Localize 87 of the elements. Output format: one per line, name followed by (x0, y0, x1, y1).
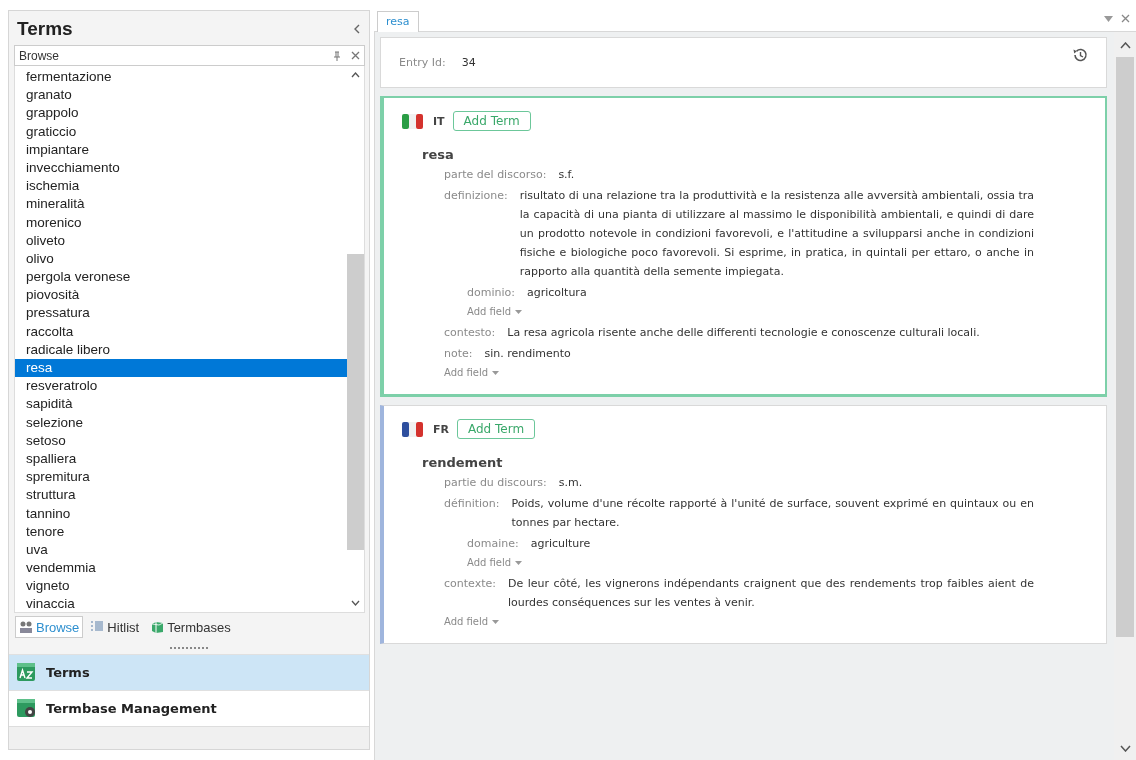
term-item[interactable]: spremitura (15, 468, 347, 487)
term-item[interactable]: fermentazione (15, 68, 347, 87)
panel-tab[interactable]: Browse (15, 616, 84, 638)
term-item[interactable]: piovosità (15, 286, 347, 305)
term-heading: rendement (422, 455, 504, 470)
scroll-down-icon (1119, 745, 1131, 752)
add-field-link[interactable]: Add field (467, 304, 523, 320)
panel-title: Terms (17, 18, 73, 40)
caret-icon (515, 310, 523, 314)
flag-icon (402, 113, 423, 129)
language-code: IT (433, 114, 445, 128)
term-item[interactable]: tenore (15, 522, 347, 541)
document-tab[interactable]: resa (377, 11, 419, 32)
add-field-link[interactable]: Add field (467, 555, 523, 571)
field-label: contesto: (444, 325, 496, 341)
add-field-link[interactable]: Add field (444, 614, 500, 630)
field-value: s.m. (558, 475, 583, 491)
term-item[interactable]: olivo (15, 249, 347, 269)
nav-item[interactable]: Terms (9, 654, 369, 690)
field-label: domaine: (467, 536, 519, 552)
field-value: Poids, volume d'une récolte rapporté à l'unité de surface, souvent exprimé en quintaux ou en tonnes par hectare. (511, 496, 1034, 531)
term-item[interactable]: vigneto (15, 577, 347, 596)
term-item[interactable]: oliveto (15, 231, 347, 250)
field-value: agricoltura (526, 285, 587, 301)
field-label: définition: (444, 496, 500, 512)
term-item[interactable]: mineralità (15, 195, 347, 214)
field-label: definizione: (444, 188, 508, 204)
term-item[interactable]: pressatura (15, 304, 347, 323)
field-value: agriculture (530, 536, 591, 552)
list-icon (90, 620, 105, 634)
term-item[interactable]: sapidità (15, 395, 347, 414)
term-item[interactable]: invecchiamento (15, 158, 347, 178)
term-item[interactable]: setoso (15, 431, 347, 450)
term-item[interactable]: morenico (15, 213, 347, 232)
term-item[interactable]: ischemia (15, 177, 347, 196)
dropdown-icon (1104, 15, 1113, 22)
term-item[interactable]: selezione (15, 413, 347, 432)
field-value: risultato di una relazione tra la produttività e la resistenza alle avversità ambientali, ossia tra la capacità di una pianta di utilizzare al massimo le disponibilità ambientali, e quindi di dare un prodotto notevole in condizioni favorevoli, e l'attitudine a svilupparsi anche in condizioni fisiche e biologiche poco favorevoli. Si esprime, in pratica, in quintali per ettaro, o anche in rapporto alla quantità della semente impiegata. (519, 188, 1034, 280)
caret-icon (515, 561, 523, 565)
term-item[interactable]: resveratrolo (15, 377, 347, 396)
term-item[interactable]: radicale libero (15, 340, 347, 359)
pin-icon (333, 50, 341, 61)
field-value: De leur côté, les vignerons indépendants craignent que des rendements trop faibles aient de lourdes conséquences sur les ventes à venir. (507, 576, 1034, 611)
entry-id: 34 (461, 55, 476, 71)
field-label: parte del discorso: (444, 167, 547, 183)
scroll-down-icon (351, 600, 360, 606)
term-item[interactable]: impiantare (15, 140, 347, 159)
term-item[interactable]: vendemmia (15, 559, 347, 578)
term-item[interactable]: struttura (15, 486, 347, 505)
field-value: sin. rendimento (484, 346, 571, 362)
az-book-icon (17, 663, 36, 682)
term-item[interactable]: grappolo (15, 104, 347, 123)
entry-id-label: Entry Id: (399, 56, 446, 69)
field-value: La resa agricola risente anche delle differenti tecnologie e conoscenze culturali locali. (507, 325, 980, 341)
scroll-up-icon (351, 72, 360, 78)
panel-tab[interactable]: Hitlist (86, 616, 144, 638)
language-code: FR (433, 422, 449, 436)
term-heading: resa (422, 147, 455, 162)
term-item[interactable]: uva (15, 540, 347, 560)
flag-icon (402, 421, 423, 437)
browse-label: Browse (19, 48, 60, 63)
field-label: contexte: (444, 576, 496, 592)
close-icon (351, 51, 360, 60)
collapse-icon (353, 24, 361, 34)
nav-item[interactable]: Termbase Management (9, 690, 369, 726)
panel-tab[interactable]: Termbases (146, 616, 235, 638)
term-item[interactable]: vinaccia (15, 595, 347, 614)
field-label: partie du discours: (444, 475, 547, 491)
field-value: s.f. (558, 167, 575, 183)
term-item[interactable]: pergola veronese (15, 268, 347, 287)
close-icon (1121, 14, 1130, 23)
scroll-up-icon (1119, 42, 1131, 49)
caret-icon (492, 371, 500, 375)
term-item[interactable]: graticcio (15, 122, 347, 141)
binoculars-icon (19, 620, 33, 634)
add-field-link[interactable]: Add field (444, 365, 500, 381)
splitter-grip-icon (169, 646, 209, 650)
history-icon (1072, 46, 1088, 63)
term-item[interactable]: raccolta (15, 322, 347, 341)
term-item[interactable]: tannino (15, 504, 347, 523)
book-gear-icon (17, 699, 36, 718)
term-item[interactable]: spalliera (15, 449, 347, 469)
term-item[interactable]: resa (15, 359, 347, 378)
field-label: dominio: (467, 285, 515, 301)
caret-icon (492, 620, 500, 624)
term-item[interactable]: granato (15, 86, 347, 105)
field-label: note: (444, 346, 473, 362)
